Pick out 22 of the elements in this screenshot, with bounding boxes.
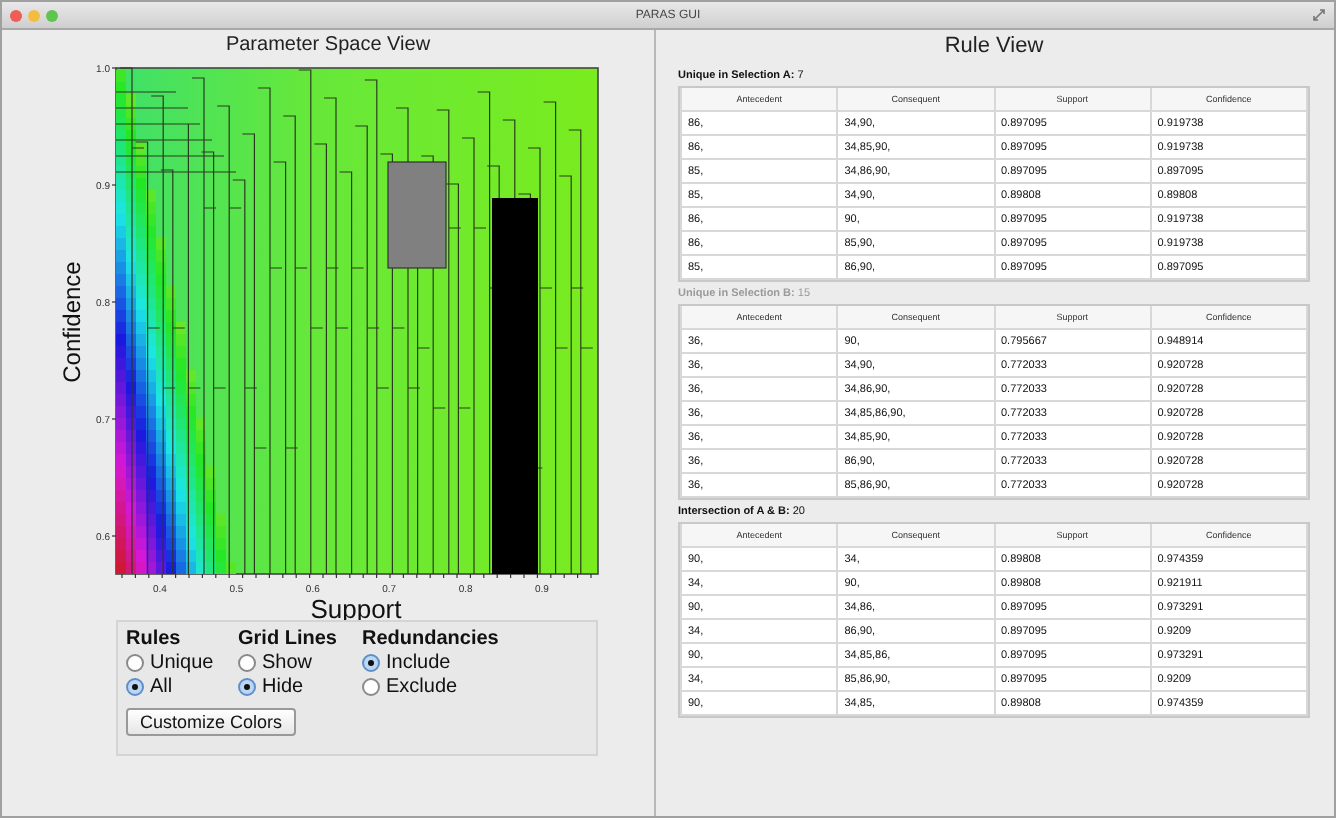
option-group-title: Redundancies bbox=[362, 628, 499, 650]
radio-button[interactable] bbox=[362, 654, 380, 672]
option-group-title: Grid Lines bbox=[238, 628, 339, 650]
radio-option[interactable]: Exclude bbox=[362, 676, 499, 698]
radio-option[interactable]: Show bbox=[238, 652, 362, 674]
axis-title: Confidence bbox=[58, 261, 86, 383]
panel-title: Parameter Space View bbox=[225, 32, 431, 60]
close-button[interactable] bbox=[10, 9, 22, 21]
customize-colors-button[interactable]: Customize Colors bbox=[126, 708, 297, 736]
radio-option[interactable]: Include bbox=[362, 652, 499, 674]
option-group-title: Rules bbox=[126, 628, 183, 650]
resize-icon[interactable] bbox=[1312, 8, 1326, 22]
panel-title: Rule View bbox=[944, 32, 1044, 62]
radio-button[interactable] bbox=[238, 678, 256, 696]
axis-title: Support bbox=[310, 594, 402, 624]
radio-option[interactable]: All bbox=[126, 676, 238, 698]
radio-option[interactable]: Hide bbox=[238, 676, 362, 698]
radio-option[interactable]: Unique bbox=[126, 652, 238, 674]
radio-button[interactable] bbox=[126, 678, 144, 696]
radio-button[interactable] bbox=[238, 654, 256, 672]
radio-button[interactable] bbox=[126, 654, 144, 672]
radio-button[interactable] bbox=[362, 678, 380, 696]
